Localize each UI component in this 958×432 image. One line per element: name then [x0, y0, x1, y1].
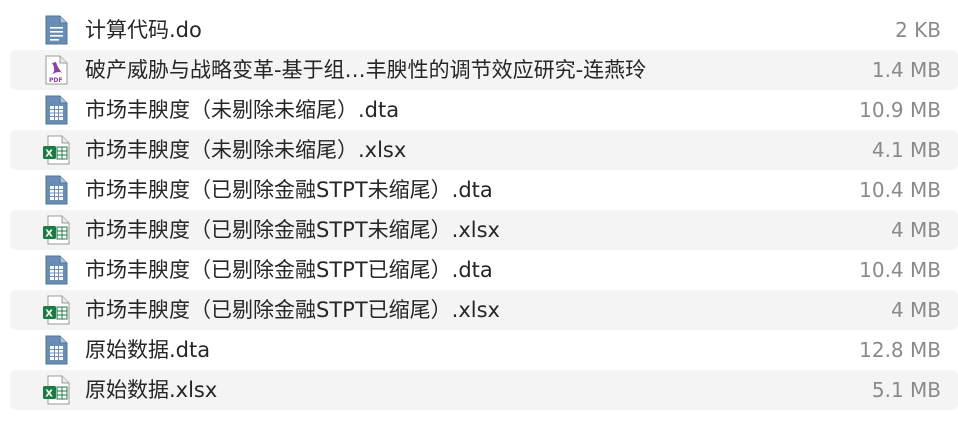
file-size: 10.4 MB	[859, 258, 941, 282]
file-name: 计算代码.do	[85, 18, 202, 42]
file-size: 10.4 MB	[859, 178, 941, 202]
file-size: 1.4 MB	[871, 58, 941, 82]
svg-text:X: X	[45, 389, 53, 400]
file-name: 市场丰腴度（已剔除金融STPT未缩尾）.dta	[85, 178, 493, 202]
file-name: 市场丰腴度（已剔除金融STPT已缩尾）.dta	[85, 258, 493, 282]
text-doc-icon	[42, 15, 72, 45]
svg-text:PDF: PDF	[49, 77, 62, 84]
file-name: 破产威胁与战略变革-基于组…丰腴性的调节效应研究-连燕玲	[85, 58, 647, 82]
file-size: 4 MB	[890, 218, 941, 242]
file-size: 12.8 MB	[859, 338, 941, 362]
pdf-icon: PDF	[42, 55, 72, 85]
file-size: 10.9 MB	[859, 98, 941, 122]
excel-icon: X	[42, 375, 72, 405]
file-name: 市场丰腴度（已剔除金融STPT已缩尾）.xlsx	[85, 298, 500, 322]
excel-icon: X	[42, 135, 72, 165]
file-row[interactable]: X 市场丰腴度（已剔除金融STPT未缩尾）.xlsx 4 MB	[10, 210, 958, 250]
file-size: 4.1 MB	[871, 138, 941, 162]
file-list: 计算代码.do 2 KB PDF 破产威胁与战略变革-基于组…丰腴性的调节效应研…	[10, 10, 958, 410]
dta-doc-icon	[42, 175, 72, 205]
file-row[interactable]: 市场丰腴度（未剔除未缩尾）.dta 10.9 MB	[10, 90, 958, 130]
svg-text:X: X	[45, 309, 53, 320]
svg-text:X: X	[45, 229, 53, 240]
file-row[interactable]: 原始数据.dta 12.8 MB	[10, 330, 958, 370]
file-size: 5.1 MB	[871, 378, 941, 402]
file-name: 市场丰腴度（未剔除未缩尾）.dta	[85, 98, 400, 122]
file-row[interactable]: X 市场丰腴度（已剔除金融STPT已缩尾）.xlsx 4 MB	[10, 290, 958, 330]
excel-icon: X	[42, 215, 72, 245]
dta-doc-icon	[42, 95, 72, 125]
file-size: 2 KB	[895, 18, 941, 42]
excel-icon: X	[42, 295, 72, 325]
dta-doc-icon	[42, 255, 72, 285]
file-row[interactable]: X 市场丰腴度（未剔除未缩尾）.xlsx 4.1 MB	[10, 130, 958, 170]
file-row[interactable]: 计算代码.do 2 KB	[10, 10, 958, 50]
file-name: 市场丰腴度（未剔除未缩尾）.xlsx	[85, 138, 407, 162]
file-name: 原始数据.xlsx	[85, 378, 218, 402]
file-row[interactable]: X 原始数据.xlsx 5.1 MB	[10, 370, 958, 410]
file-name: 原始数据.dta	[85, 338, 211, 362]
file-row[interactable]: PDF 破产威胁与战略变革-基于组…丰腴性的调节效应研究-连燕玲 1.4 MB	[10, 50, 958, 90]
file-row[interactable]: 市场丰腴度（已剔除金融STPT未缩尾）.dta 10.4 MB	[10, 170, 958, 210]
file-name: 市场丰腴度（已剔除金融STPT未缩尾）.xlsx	[85, 218, 500, 242]
file-size: 4 MB	[890, 298, 941, 322]
svg-text:X: X	[45, 149, 53, 160]
file-row[interactable]: 市场丰腴度（已剔除金融STPT已缩尾）.dta 10.4 MB	[10, 250, 958, 290]
dta-doc-icon	[42, 335, 72, 365]
